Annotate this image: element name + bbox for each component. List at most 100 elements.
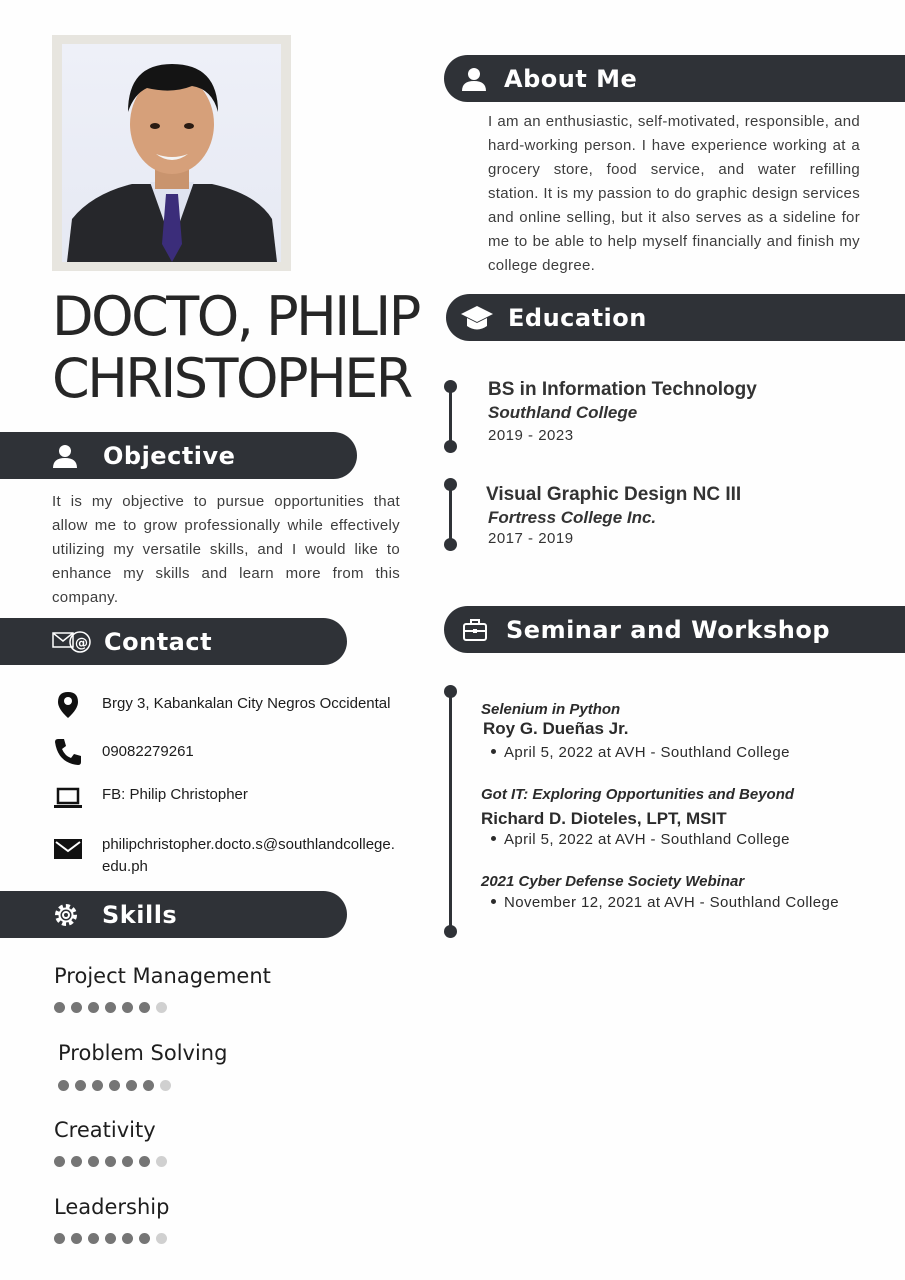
education-degree: Visual Graphic Design NC III [486,484,742,505]
rating-dot-filled [71,1233,82,1244]
skill-item: Project Management [54,964,271,1013]
education-item: BS in Information Technology Southland C… [488,379,757,444]
name-line-1: DOCTO, PHILIP [52,285,421,348]
education-item: Visual Graphic Design NC III Fortress Co… [486,484,741,547]
gear-icon [0,901,102,929]
seminar-header: Seminar and Workshop [444,606,905,653]
rating-dot-empty [156,1156,167,1167]
education-years: 2019 - 2023 [488,427,574,444]
seminar-date: April 5, 2022 at AVH - Southland College [489,744,790,761]
seminar-title: Seminar and Workshop [506,615,831,644]
skill-item: Problem Solving [58,1041,227,1091]
rating-dot-filled [88,1233,99,1244]
phone-text: 09082279261 [102,743,194,760]
timeline-node [444,925,457,938]
briefcase-icon [444,618,506,642]
seminar-name: Selenium in Python [481,701,621,718]
rating-dot-filled [139,1002,150,1013]
education-years: 2017 - 2019 [488,530,574,547]
rating-dot-filled [88,1002,99,1013]
education-timeline-line-2 [449,484,452,544]
rating-dot-filled [139,1156,150,1167]
rating-dot-empty [156,1233,167,1244]
seminar-name: 2021 Cyber Defense Society Webinar [481,873,745,890]
skill-rating [54,1002,271,1013]
about-me-header: About Me [444,55,905,102]
contact-facebook: FB: Philip Christopher [52,783,400,813]
user-icon [0,443,103,469]
rating-dot-filled [71,1002,82,1013]
rating-dot-filled [122,1156,133,1167]
rating-dot-empty [160,1080,171,1091]
phone-icon [52,737,84,767]
location-pin-icon [52,690,84,720]
rating-dot-filled [122,1002,133,1013]
contact-email-phone-icon: @ [0,628,104,656]
timeline-node [444,685,457,698]
education-timeline-line-1 [449,386,452,446]
timeline-node [444,478,457,491]
rating-dot-filled [109,1080,120,1091]
education-school: Southland College [488,403,638,422]
laptop-icon [52,783,84,813]
graduation-cap-icon [446,303,508,333]
skill-rating [54,1156,167,1167]
rating-dot-filled [139,1233,150,1244]
rating-dot-filled [105,1002,116,1013]
skill-rating [54,1233,169,1244]
about-me-title: About Me [504,64,638,93]
rating-dot-filled [58,1080,69,1091]
seminar-name: Got IT: Exploring Opportunities and Beyo… [481,786,795,803]
contact-email: philipchristopher.docto.s@southlandcolle… [52,834,400,878]
timeline-node [444,440,457,453]
full-name: DOCTO, PHILIP CHRISTOPHER [52,286,432,410]
objective-title: Objective [103,441,236,470]
seminar-date-text: April 5, 2022 at AVH - Southland College [504,831,790,848]
envelope-icon [52,834,84,864]
seminar-item: Got IT: Exploring Opportunities and Beyo… [481,786,794,848]
seminar-date: April 5, 2022 at AVH - Southland College [489,831,794,848]
objective-text: It is my objective to pursue opportuniti… [52,493,400,606]
contact-address: Brgy 3, Kabankalan City Negros Occidenta… [52,690,400,720]
rating-dot-filled [75,1080,86,1091]
seminar-speaker: Richard D. Dioteles, LPT, MSIT [481,809,727,828]
rating-dot-filled [88,1156,99,1167]
seminar-item: 2021 Cyber Defense Society Webinar Novem… [481,873,839,911]
bullet-icon [491,836,496,841]
rating-dot-filled [54,1233,65,1244]
timeline-node [444,380,457,393]
seminar-speaker: Roy G. Dueñas Jr. [483,719,629,738]
rating-dot-filled [92,1080,103,1091]
email-text: philipchristopher.docto.s@southlandcolle… [102,836,395,875]
rating-dot-filled [105,1156,116,1167]
rating-dot-filled [71,1156,82,1167]
contact-title: Contact [104,627,213,656]
rating-dot-filled [54,1002,65,1013]
svg-text:@: @ [75,636,89,651]
skills-header: Skills [0,891,347,938]
profile-photo [62,44,281,262]
skill-name: Project Management [54,964,271,988]
timeline-node [444,538,457,551]
seminar-date: November 12, 2021 at AVH - Southland Col… [489,894,839,911]
skill-name: Leadership [54,1195,170,1219]
name-line-2: CHRISTOPHER [52,347,413,410]
seminar-item: Selenium in Python Roy G. Dueñas Jr. Apr… [481,701,790,761]
contact-phone: 09082279261 [52,737,400,767]
facebook-text: FB: Philip Christopher [102,786,248,803]
rating-dot-filled [126,1080,137,1091]
skill-rating [58,1080,227,1091]
skill-item: Leadership [54,1195,169,1244]
objective-header: Objective [0,432,357,479]
address-text: Brgy 3, Kabankalan City Negros Occidenta… [102,695,391,712]
education-title: Education [508,303,647,332]
skill-name: Problem Solving [58,1041,228,1065]
seminar-timeline-line [449,691,452,931]
rating-dot-filled [122,1233,133,1244]
bullet-icon [491,899,496,904]
seminar-date-text: April 5, 2022 at AVH - Southland College [504,744,790,761]
education-school: Fortress College Inc. [488,508,657,527]
bullet-icon [491,749,496,754]
education-degree: BS in Information Technology [488,379,757,400]
rating-dot-filled [105,1233,116,1244]
